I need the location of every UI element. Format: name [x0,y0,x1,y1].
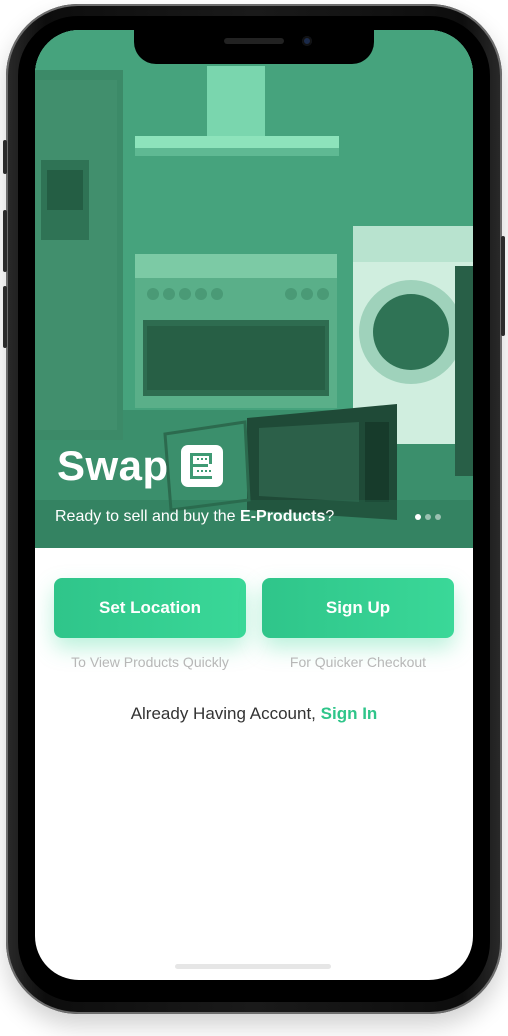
power-button [501,236,505,336]
sign-up-label: Sign Up [325,598,391,617]
front-camera [302,36,312,46]
brand-name: Swap [57,442,169,489]
home-indicator[interactable] [175,964,331,969]
set-location-label: Set Location [98,598,201,617]
sign-up-button[interactable]: Sign Up [262,578,454,638]
hero-tagline: Ready to sell and buy the E-Products? [55,508,334,526]
tagline-prefix: Ready to sell and buy the [55,508,241,525]
brand-logo: Swap [57,442,223,490]
sign-up-hint: For Quicker Checkout [289,654,427,670]
e-products-logo-icon [180,445,223,487]
speaker [224,38,284,44]
volume-up-button [3,210,7,272]
sign-in-link[interactable]: Sign In [321,704,378,723]
set-location-hint: To View Products Quickly [71,654,229,670]
screen: Swap Ready to sell and buy the E-Product… [35,30,473,980]
carousel-dot-1[interactable] [415,514,421,520]
account-prompt-text: Already Having Account, [130,704,321,723]
volume-down-button [3,286,7,348]
carousel-dot-3[interactable] [435,514,441,520]
side-button [3,140,7,174]
tagline-emphasis: E-Products [240,508,326,525]
carousel-dot-2[interactable] [425,514,431,520]
existing-account-prompt: Already Having Account, Sign In [35,704,473,724]
tagline-suffix: ? [325,508,335,525]
hero-banner[interactable]: Swap Ready to sell and buy the E-Product… [35,30,473,548]
carousel-indicator[interactable] [415,514,441,520]
set-location-button[interactable]: Set Location [54,578,246,638]
notch [134,30,374,64]
